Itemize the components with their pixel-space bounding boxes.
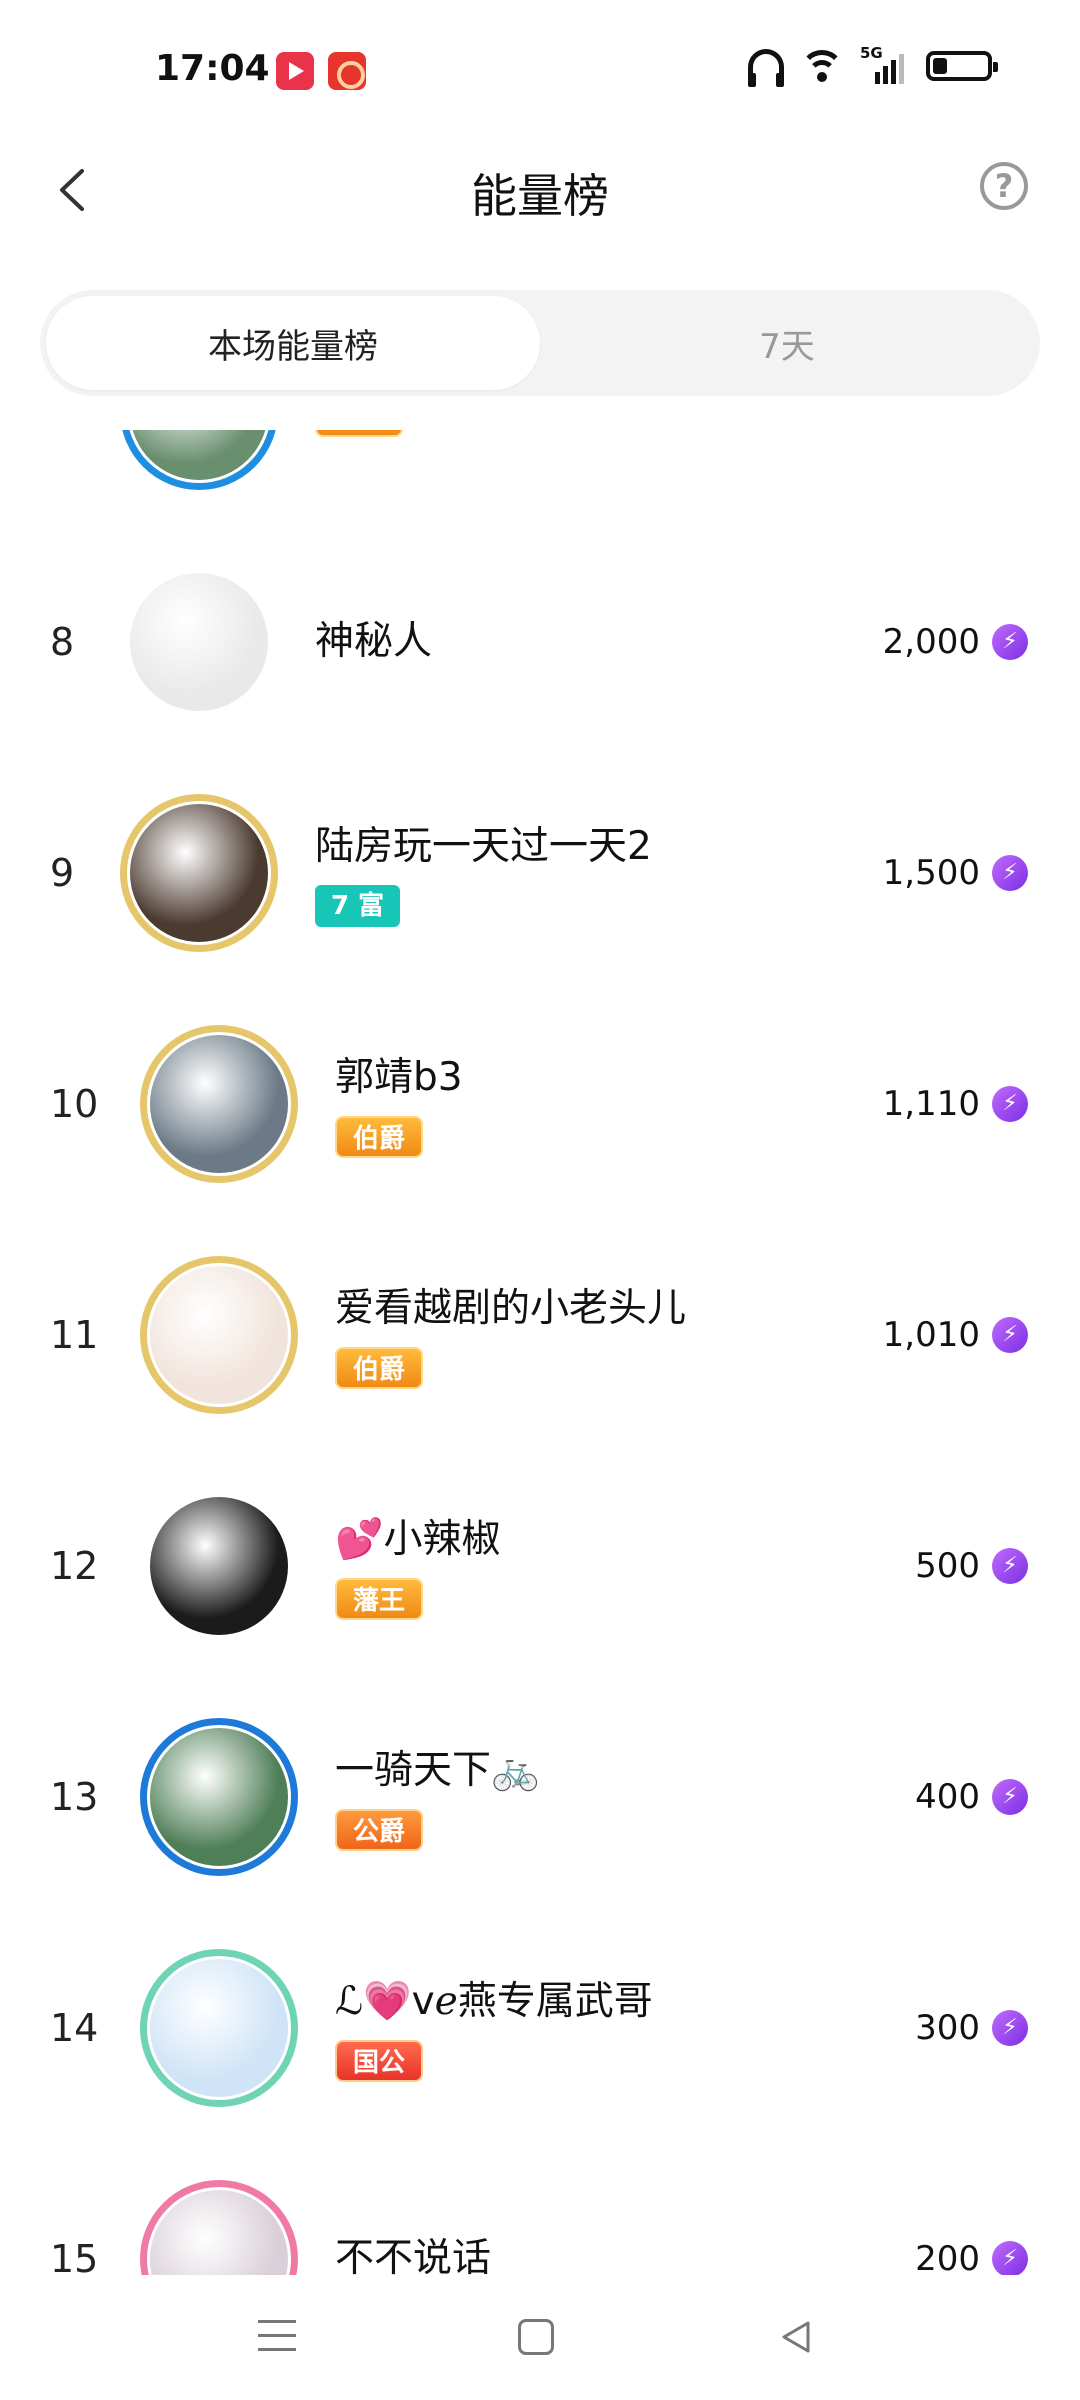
score-value: 2,000 [882, 621, 980, 662]
leaderboard-row[interactable]: 12 💕小辣椒藩王 500 [0, 1450, 1080, 1681]
user-avatar[interactable] [150, 1958, 288, 2097]
energy-score: 300 [915, 2008, 1028, 2048]
user-info: 神秘人 [315, 614, 432, 670]
energy-score: 2,000 [883, 622, 1028, 662]
rank-badge: 伯爵 [335, 1346, 424, 1389]
home-icon[interactable] [518, 2319, 554, 2355]
rank-badge: 王爵 [315, 430, 404, 437]
rank-number: 7 [50, 430, 74, 433]
score-value: 1,500 [882, 852, 980, 893]
leaderboard-row[interactable]: 13 一骑天下🚲 公爵 400 [0, 1681, 1080, 1912]
score-value: 2,010 [883, 430, 980, 431]
tab-current-session[interactable]: 本场能量榜 [46, 296, 540, 390]
user-name: 💕小辣椒 [335, 1516, 501, 1562]
rank-badge: 公爵 [335, 1808, 424, 1851]
user-info: 💕小辣椒藩王 [335, 1512, 501, 1620]
user-info: 郭靖b3 伯爵 [335, 1050, 463, 1158]
user-avatar[interactable] [150, 1034, 288, 1173]
rank-badge: 藩王 [335, 1577, 424, 1620]
rank-badge: 7 富 [315, 884, 401, 927]
energy-bolt-icon [992, 623, 1028, 660]
energy-bolt-icon [992, 1316, 1028, 1353]
headset-icon [748, 49, 784, 87]
leaderboard-row[interactable]: 8 神秘人 2,000 [0, 526, 1080, 757]
user-avatar[interactable] [150, 1727, 288, 1866]
user-name: 陆房玩一天过一天2 [315, 823, 652, 869]
score-value: 400 [915, 1776, 980, 1817]
rank-number: 11 [50, 1312, 99, 1357]
leaderboard-row[interactable]: 10 郭靖b3 伯爵 1,110 [0, 988, 1080, 1219]
user-info: 爱看越剧的小老头儿 伯爵 [335, 1281, 686, 1389]
energy-score: 1,500 [883, 853, 1028, 893]
leaderboard-row[interactable]: 15 不不说话 200 [0, 2143, 1080, 2275]
rank-number: 12 [50, 1543, 99, 1588]
energy-score: 500 [915, 1546, 1028, 1586]
rank-number: 10 [50, 1081, 99, 1126]
status-time: 17:04 [155, 48, 270, 89]
score-value: 1,110 [882, 1083, 980, 1124]
rank-badge: 伯爵 [335, 1115, 424, 1158]
energy-bolt-icon [992, 2009, 1028, 2046]
user-name: 一骑天下🚲 [335, 1747, 540, 1793]
energy-bolt-icon [992, 1547, 1028, 1584]
back-triangle-icon[interactable] [776, 2317, 816, 2357]
energy-score: 1,110 [883, 1084, 1028, 1124]
leaderboard-row[interactable]: 11 爱看越剧的小老头儿 伯爵 1,010 [0, 1219, 1080, 1450]
user-avatar[interactable] [130, 572, 268, 711]
user-info: 陆房玩一天过一天2 7 富 [315, 819, 652, 927]
user-name: ℒ💗vℯ燕专属武哥 [335, 1978, 653, 2024]
rank-number: 9 [50, 850, 75, 895]
page-title: 能量榜 [471, 169, 609, 223]
rank-number: 13 [50, 1774, 99, 1819]
menu-icon[interactable] [258, 2320, 296, 2356]
score-value: 1,010 [882, 1314, 980, 1355]
energy-score: 200 [915, 2238, 1028, 2276]
user-name: 神秘人 [315, 618, 433, 664]
rank-number: 14 [50, 2005, 99, 2050]
user-name: 爱看越剧的小老头儿 [335, 1285, 687, 1331]
leaderboard-row[interactable]: 9 陆房玩一天过一天2 7 富 1,500 [0, 757, 1080, 988]
user-info: 王爵 [315, 430, 404, 437]
user-name: 郭靖b3 [335, 1054, 463, 1100]
tab-seven-days[interactable]: 7天 [540, 296, 1034, 390]
user-name: 不不说话 [335, 2235, 492, 2276]
video-app-icon [276, 52, 314, 90]
energy-score: 1,010 [883, 1315, 1028, 1355]
rank-badge: 国公 [335, 2039, 424, 2082]
user-info: ℒ💗vℯ燕专属武哥 国公 [335, 1974, 653, 2082]
status-indicators: 5G [748, 44, 998, 87]
energy-score: 400 [915, 1777, 1028, 1817]
status-bar: 17:04 5G [0, 0, 1080, 140]
score-value: 200 [915, 2238, 980, 2276]
user-avatar[interactable] [130, 803, 268, 942]
score-value: 300 [915, 2007, 980, 2048]
tab-bar: 本场能量榜 7天 [40, 290, 1040, 396]
user-avatar[interactable] [150, 1265, 288, 1404]
battery-icon [926, 51, 998, 81]
signal-icon: 5G [860, 44, 904, 84]
energy-score: 2,010 [883, 430, 1028, 431]
header: 能量榜 ? [0, 140, 1080, 240]
wifi-icon [800, 48, 844, 84]
user-info: 一骑天下🚲 公爵 [335, 1743, 540, 1851]
rank-number: 15 [50, 2236, 99, 2276]
leaderboard-list: 7 王爵 2,010 8 神秘人 2,000 9 陆房玩一天过一天2 7 富 1,500 10 郭靖b… [0, 430, 1080, 2275]
rank-number: 8 [50, 619, 75, 664]
question-circle-icon[interactable]: ? [980, 162, 1028, 210]
energy-bolt-icon [992, 1778, 1028, 1815]
score-value: 500 [915, 1545, 980, 1586]
system-nav-bar [0, 2275, 1080, 2400]
user-avatar[interactable] [150, 1496, 288, 1635]
energy-bolt-icon [992, 1085, 1028, 1122]
energy-bolt-icon [992, 854, 1028, 891]
leaderboard-row[interactable]: 7 王爵 2,010 [0, 430, 1080, 526]
leaderboard-viewport[interactable]: 7 王爵 2,010 8 神秘人 2,000 9 陆房玩一天过一天2 7 富 1,500 10 郭靖b… [0, 430, 1080, 2275]
energy-bolt-icon [992, 2240, 1028, 2275]
user-info: 不不说话 [335, 2231, 491, 2276]
camera-app-icon [328, 52, 366, 90]
leaderboard-row[interactable]: 14 ℒ💗vℯ燕专属武哥 国公 300 [0, 1912, 1080, 2143]
